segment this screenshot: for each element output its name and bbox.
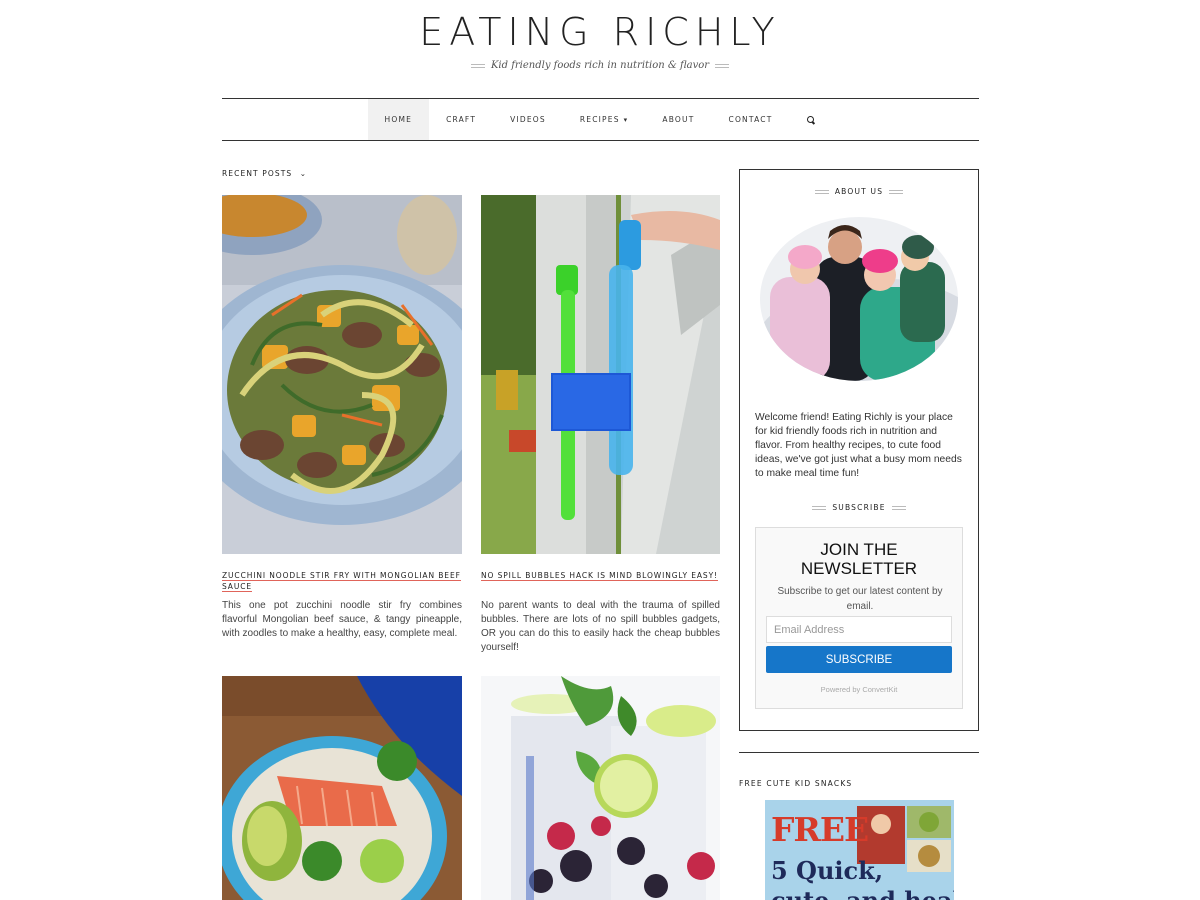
subscribe-button[interactable]: SUBSCRIBE [766,646,952,673]
title-right-ornament [889,189,904,194]
tagline-right-ornament [715,63,730,68]
title-left-ornament [812,505,827,510]
tagline-left-ornament [470,63,485,68]
recent-posts-label: RECENT POSTS [222,169,293,178]
newsletter-heading-line1: JOIN THE [820,540,898,559]
nav-item-contact[interactable]: CONTACT [712,99,790,140]
tagline: Kid friendly foods rich in nutrition & f… [490,60,710,71]
caret-down-icon: ▾ [623,115,629,124]
nav-label: RECIPES [579,115,620,124]
about-text: Welcome friend! Eating Richly is your pl… [755,412,962,479]
sidebar-divider [739,752,979,753]
post-image-bubbles-hack[interactable] [481,195,720,554]
search-icon [806,115,816,125]
post-excerpt: No parent wants to deal with the trauma … [481,600,720,653]
nav-item-craft[interactable]: CRAFT [429,99,493,140]
title-left-ornament [814,189,829,194]
salmon-photo [222,676,462,900]
post-title-link[interactable]: NO SPILL BUBBLES HACK IS MIND BLOWINGLY … [481,570,720,581]
recent-posts-dropdown[interactable]: RECENT POSTS ⌄ [222,169,307,178]
post-image-berry-drink[interactable] [481,676,720,900]
newsletter-form: JOIN THE NEWSLETTER Subscribe to get our… [755,527,963,709]
post-image-zucchini-stir-fry[interactable] [222,195,462,554]
nav-label: CRAFT [446,115,477,124]
nav-item-home[interactable]: HOME [367,99,430,140]
drink-photo [481,676,720,900]
powered-by-link[interactable]: Powered by ConvertKit [756,685,962,694]
free-snacks-ad[interactable]: FREE 5 Quick, cute, and healthy [765,800,954,900]
site-title[interactable]: EATING RICHLY [0,10,1200,54]
email-field[interactable]: Email Address [766,616,952,643]
newsletter-description: Subscribe to get our latest content by e… [777,586,943,612]
nav-item-videos[interactable]: VIDEOS [493,99,563,140]
chevron-down-icon: ⌄ [299,169,308,178]
free-snacks-title: FREE CUTE KID SNACKS [739,779,853,788]
nav-item-recipes[interactable]: RECIPES ▾ [563,99,646,140]
nav-label: HOME [384,115,413,124]
about-title-row: ABOUT US [740,187,978,196]
family-photo [760,217,958,381]
nav-item-about[interactable]: ABOUT [645,99,711,140]
about-widget: ABOUT US Welcome friend! Eating Richly i… [739,169,979,731]
ad-headline-line3: cute, and healthy [771,886,954,900]
post-title-link[interactable]: ZUCCHINI NOODLE STIR FRY WITH MONGOLIAN … [222,570,462,592]
newsletter-heading: JOIN THE NEWSLETTER [756,540,962,578]
ad-headline-line2: 5 Quick, [771,856,884,885]
subscribe-title: SUBSCRIBE [832,503,886,512]
post-title-text: ZUCCHINI NOODLE STIR FRY WITH MONGOLIAN … [222,571,461,592]
email-placeholder: Email Address [774,623,845,636]
post-image-salmon-bowl[interactable] [222,676,462,900]
post-excerpt: This one pot zucchini noodle stir fry co… [222,600,462,639]
food-photo [222,195,462,554]
family-photo-art [760,217,958,381]
nav-label: ABOUT [662,115,695,124]
newsletter-heading-line2: NEWSLETTER [800,559,918,578]
tagline-row: Kid friendly foods rich in nutrition & f… [0,60,1200,71]
bubbles-photo [481,195,720,554]
title-right-ornament [891,505,906,510]
subscribe-title-row: SUBSCRIBE [740,503,978,512]
post-title-text: NO SPILL BUBBLES HACK IS MIND BLOWINGLY … [481,571,718,581]
nav-label: CONTACT [728,115,773,124]
nav-label: VIDEOS [510,115,546,124]
about-title: ABOUT US [834,187,884,196]
main-nav: HOME CRAFT VIDEOS RECIPES ▾ ABOUT CONTACT [222,98,979,141]
ad-free-text: FREE [771,810,869,849]
nav-search-button[interactable] [789,99,833,140]
